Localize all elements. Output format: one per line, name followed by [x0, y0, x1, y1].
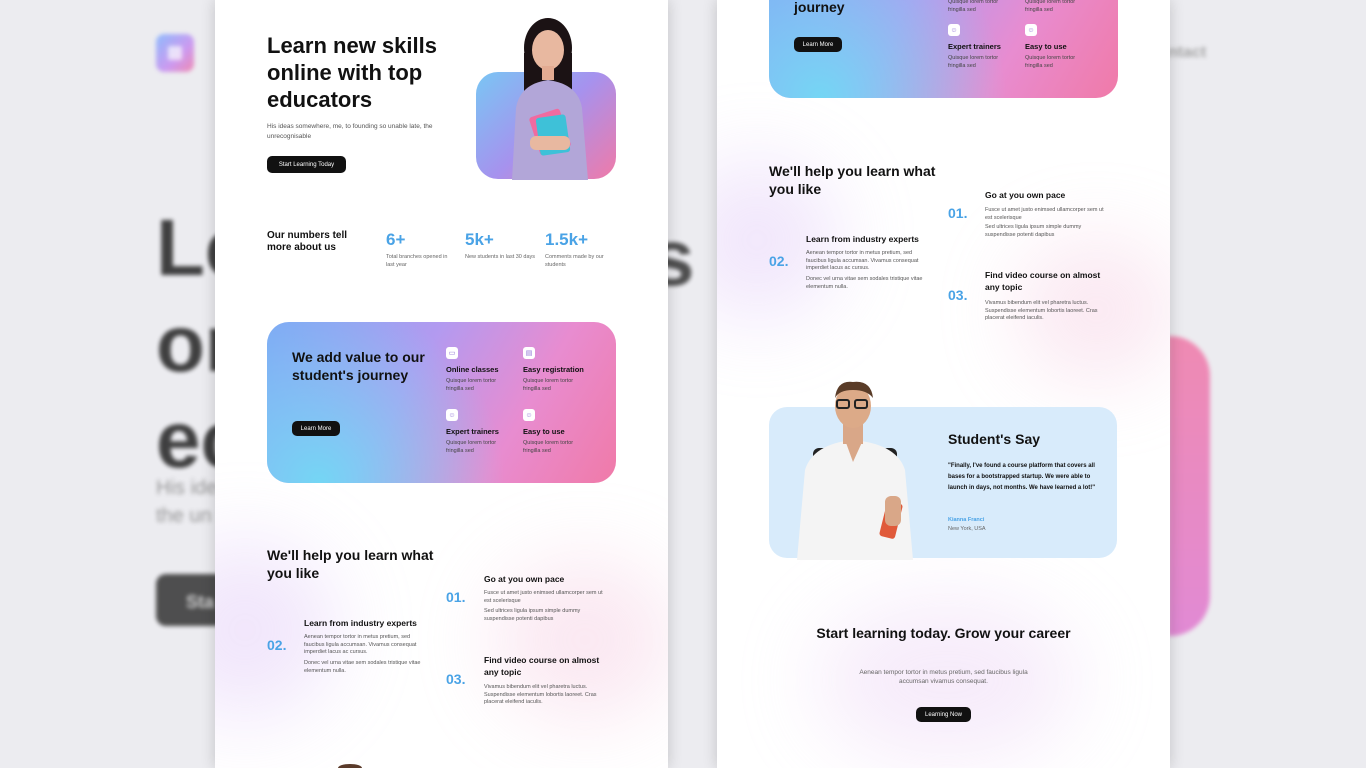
- logo-icon: [156, 34, 194, 72]
- value-card: We add value to our student's journey Le…: [267, 322, 616, 483]
- value-title-tail: journey: [794, 0, 845, 15]
- stat-label: Total branches opened in last year: [386, 254, 448, 268]
- value-title: We add value to our student's journey: [292, 349, 425, 383]
- value-card: journey Learn More ☺ Expert trainers Qui…: [769, 0, 1118, 98]
- monitor-icon: ▭: [446, 347, 458, 359]
- bg-subtitle: His ide the un: [156, 474, 217, 530]
- clipboard-icon: ▤: [523, 347, 535, 359]
- feature-desc: Quisque lorem tortor fringilla sed: [948, 55, 999, 69]
- feature-title: Expert trainers: [948, 42, 1001, 51]
- learn-more-button[interactable]: Learn More: [794, 37, 842, 52]
- testimonial-location: New York, USA: [948, 526, 986, 532]
- feature-desc: Quisque lorem tortor fringilla sed: [1025, 0, 1076, 13]
- bg-subtitle-line: the un: [156, 505, 212, 527]
- landing-page-bottom: journey Learn More ☺ Expert trainers Qui…: [717, 0, 1170, 768]
- cta-subtitle: Aenean tempor tortor in metus pretium, s…: [859, 669, 1028, 685]
- step-title: Find video course on almost any topic: [484, 655, 600, 677]
- step-title: Go at you own pace: [484, 574, 565, 584]
- step-desc: Vivamus bibendum elit vel pharetra luctu…: [985, 300, 1098, 321]
- step-desc: Sed ultrices ligula ipsum simple dummy s…: [484, 608, 581, 622]
- feature-easy-to-use: ☺ Easy to use Quisque lorem tortor fring…: [523, 409, 603, 455]
- feature-desc: Quisque lorem tortor fringilla sed: [948, 0, 999, 13]
- step-number: 01.: [948, 205, 968, 221]
- student-woman-photo: [512, 18, 588, 180]
- next-section-photo-peek: [338, 764, 362, 768]
- stat-students: 5k+ New students in last 30 days: [465, 230, 535, 261]
- help-title: We'll help you learn what you like: [267, 547, 434, 581]
- stat-branches: 6+ Total branches opened in last year: [386, 230, 456, 269]
- feature-desc: Quisque lorem tortor fringilla sed: [446, 378, 497, 392]
- stat-comments: 1.5k+ Comments made by our students: [545, 230, 615, 269]
- start-learning-button[interactable]: Start Learning Today: [267, 156, 346, 173]
- users-icon: ☺: [446, 409, 458, 421]
- step-desc: Aenean tempor tortor in metus pretium, s…: [304, 634, 417, 655]
- step-number: 03.: [948, 287, 968, 303]
- step-desc: Vivamus bibendum elit vel pharetra luctu…: [484, 684, 597, 705]
- feature-easy-registration: ▤ Easy registration Quisque lorem tortor…: [523, 347, 603, 393]
- step-desc: Fusce ut amet justo enimsed ullamcorper …: [985, 207, 1104, 221]
- stat-label: New students in last 30 days: [465, 254, 536, 260]
- smile-icon: ☺: [1025, 24, 1037, 36]
- feature-easy-to-use: ☺ Easy to use Quisque lorem tortor fring…: [1025, 24, 1105, 70]
- learning-now-button[interactable]: Learning Now: [916, 707, 971, 722]
- feature-desc: Quisque lorem tortor fringilla sed: [1025, 55, 1076, 69]
- stat-value: 1.5k+: [545, 230, 589, 249]
- bg-nav-contact: ntact: [1168, 44, 1207, 61]
- step-title: Learn from industry experts: [304, 618, 417, 628]
- smile-icon: ☺: [523, 409, 535, 421]
- step-number: 01.: [446, 589, 466, 605]
- step-title: Learn from industry experts: [806, 234, 919, 244]
- hero-subtitle: His ideas somewhere, me, to founding so …: [267, 123, 433, 140]
- step-number: 02.: [769, 253, 789, 269]
- step-number: 02.: [267, 637, 287, 653]
- users-icon: ☺: [948, 24, 960, 36]
- feature-online-classes: ▭ Online classes Quisque lorem tortor fr…: [446, 347, 526, 393]
- step-desc: Fusce ut amet justo enimsed ullamcorper …: [484, 590, 603, 604]
- feature-desc: Quisque lorem tortor fringilla sed: [523, 440, 574, 454]
- numbers-title: Our numbers tell more about us: [267, 230, 348, 253]
- feature-title: Expert trainers: [446, 427, 499, 436]
- feature-desc: Quisque lorem tortor fringilla sed: [446, 440, 497, 454]
- bg-subtitle-line: His ide: [156, 477, 218, 499]
- feature-desc-fragment: Quisque lorem tortor fringilla sed: [1025, 0, 1105, 14]
- feature-title: Online classes: [446, 365, 499, 374]
- hero-title: Learn new skills online with top educato…: [267, 33, 437, 112]
- feature-desc: Quisque lorem tortor fringilla sed: [523, 378, 574, 392]
- step-desc: Sed ultrices ligula ipsum simple dummy s…: [985, 224, 1082, 238]
- feature-desc-fragment: Quisque lorem tortor fringilla sed: [948, 0, 1028, 14]
- stat-value: 6+: [386, 230, 406, 249]
- step-desc: Aenean tempor tortor in metus pretium, s…: [806, 250, 919, 271]
- feature-title: Easy to use: [523, 427, 565, 436]
- learn-more-button[interactable]: Learn More: [292, 421, 340, 436]
- step-number: 03.: [446, 671, 466, 687]
- step-desc: Donec vel urna vitae sem sodales tristiq…: [304, 660, 421, 674]
- stat-value: 5k+: [465, 230, 494, 249]
- step-desc: Donec vel urna vitae sem sodales tristiq…: [806, 276, 923, 290]
- help-title: We'll help you learn what you like: [769, 163, 936, 197]
- bg-gradient-blob: [1168, 336, 1210, 636]
- cta-title: Start learning today. Grow your career: [816, 625, 1071, 641]
- stat-label: Comments made by our students: [545, 254, 604, 268]
- feature-title: Easy registration: [523, 365, 584, 374]
- feature-title: Easy to use: [1025, 42, 1067, 51]
- feature-expert-trainers: ☺ Expert trainers Quisque lorem tortor f…: [446, 409, 526, 455]
- landing-page-top: Learn new skills online with top educato…: [215, 0, 668, 768]
- feature-expert-trainers: ☺ Expert trainers Quisque lorem tortor f…: [948, 24, 1028, 70]
- student-man-photo: [797, 381, 913, 560]
- step-title: Go at you own pace: [985, 190, 1066, 200]
- testimonial-title: Student's Say: [948, 431, 1041, 447]
- testimonial-name: Kianna Franci: [948, 517, 985, 523]
- testimonial-quote: "Finally, I've found a course platform t…: [948, 463, 1096, 491]
- step-title: Find video course on almost any topic: [985, 270, 1101, 292]
